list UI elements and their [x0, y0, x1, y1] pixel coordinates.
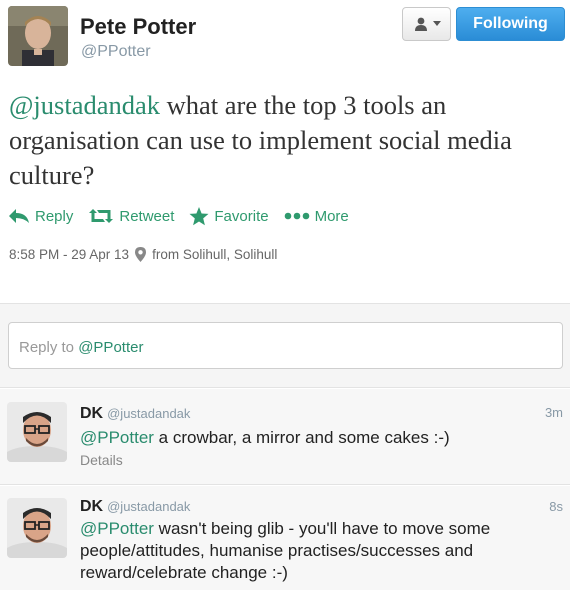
tweet-text: @justadandak what are the top 3 tools an… — [9, 88, 559, 193]
reply-body: a crowbar, a mirror and some cakes :-) — [153, 428, 450, 447]
reply-author-handle: @justadandak — [107, 499, 191, 514]
more-dots-icon — [284, 212, 309, 220]
retweet-action[interactable]: Retweet — [88, 208, 174, 225]
retweet-icon — [89, 209, 114, 223]
reply-tweet[interactable]: DK @justadandak 8s @PPotter wasn't being … — [0, 486, 570, 590]
avatar[interactable] — [8, 6, 68, 66]
reply-icon — [9, 209, 29, 223]
mention-link[interactable]: @PPotter — [80, 428, 154, 447]
reply-author-name: DK — [80, 405, 104, 422]
display-name[interactable]: Pete Potter — [80, 14, 196, 40]
reply-text: @PPotter a crowbar, a mirror and some ca… — [80, 427, 550, 449]
details-link[interactable]: Details — [80, 452, 123, 468]
reply-time[interactable]: 3m — [545, 405, 563, 420]
reply-area: Reply to @PPotter — [0, 303, 570, 388]
tweet-actions: Reply Retweet Favorite More — [8, 204, 364, 228]
mention-link[interactable]: @justadandak — [9, 90, 160, 120]
mention-link[interactable]: @PPotter — [80, 519, 154, 538]
more-action[interactable]: More — [284, 208, 349, 225]
retweet-label: Retweet — [119, 207, 175, 225]
location-pin-icon — [135, 247, 147, 262]
reply-author[interactable]: DK @justadandak — [80, 405, 190, 423]
reply-input[interactable]: Reply to @PPotter — [8, 322, 563, 369]
reply-placeholder-prefix: Reply to — [19, 339, 79, 356]
user-icon — [414, 17, 427, 31]
more-label: More — [314, 207, 349, 225]
reply-time[interactable]: 8s — [549, 499, 563, 514]
reply-author-name: DK — [80, 498, 104, 515]
following-button[interactable]: Following — [456, 7, 565, 41]
star-icon — [189, 206, 209, 225]
reply-tweet[interactable]: DK @justadandak 3m @PPotter a crowbar, a … — [0, 389, 570, 485]
reply-author-handle: @justadandak — [107, 406, 191, 421]
timestamp[interactable]: 8:58 PM - 29 Apr 13 — [9, 247, 129, 262]
avatar[interactable] — [7, 402, 67, 462]
reply-text: @PPotter wasn't being glib - you'll have… — [80, 518, 550, 584]
tweet-detail: Pete Potter @PPotter Following @justadan… — [0, 0, 570, 303]
user-handle[interactable]: @PPotter — [81, 43, 151, 61]
reply-author[interactable]: DK @justadandak — [80, 498, 190, 516]
caret-down-icon — [432, 21, 441, 26]
reply-placeholder-mention: @PPotter — [78, 339, 144, 356]
user-actions-button[interactable] — [402, 7, 451, 41]
avatar[interactable] — [7, 498, 67, 558]
reply-action[interactable]: Reply — [8, 208, 73, 225]
location-text[interactable]: from Solihull, Solihull — [152, 247, 277, 262]
tweet-meta: 8:58 PM - 29 Apr 13 from Solihull, Solih… — [9, 247, 277, 262]
favorite-action[interactable]: Favorite — [189, 206, 269, 226]
reply-label: Reply — [35, 207, 74, 225]
favorite-label: Favorite — [214, 207, 269, 225]
